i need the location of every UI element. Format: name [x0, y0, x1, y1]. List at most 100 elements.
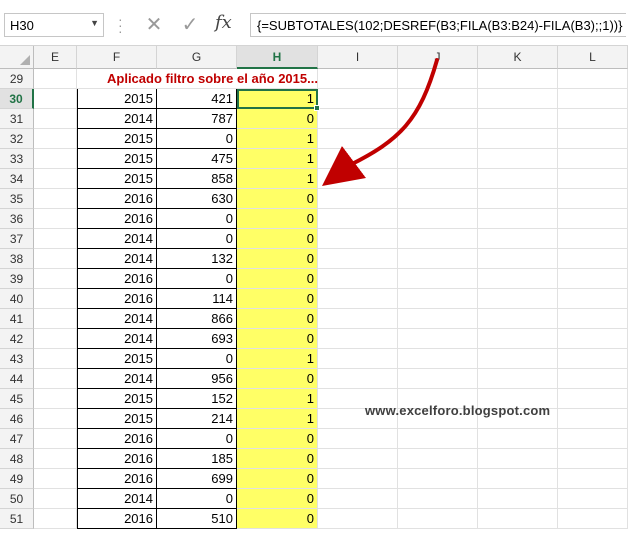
cell-k[interactable]: [478, 489, 558, 509]
cell-l[interactable]: [558, 249, 628, 269]
cell-subtotal-flag[interactable]: 1: [237, 349, 318, 369]
row-header[interactable]: 50: [0, 489, 34, 509]
cell-subtotal-flag[interactable]: 0: [237, 249, 318, 269]
column-header-f[interactable]: F: [77, 46, 157, 69]
cell-j[interactable]: [398, 489, 478, 509]
cell-k[interactable]: [478, 369, 558, 389]
cell-j[interactable]: [398, 369, 478, 389]
cell-subtotal-flag[interactable]: 0: [237, 229, 318, 249]
cell-amount[interactable]: 0: [157, 269, 237, 289]
cell-k[interactable]: [478, 249, 558, 269]
cell-e[interactable]: [34, 169, 77, 189]
cell-j[interactable]: [398, 309, 478, 329]
cell-amount[interactable]: 866: [157, 309, 237, 329]
cell-e[interactable]: [34, 189, 77, 209]
chevron-down-icon[interactable]: ▼: [90, 18, 99, 28]
cell-year[interactable]: 2014: [77, 369, 157, 389]
cell-i[interactable]: [318, 129, 398, 149]
cell-subtotal-flag[interactable]: 0: [237, 209, 318, 229]
cell-l[interactable]: [558, 289, 628, 309]
cell-year[interactable]: 2015: [77, 89, 157, 109]
cell-k[interactable]: [478, 289, 558, 309]
cell-l[interactable]: [558, 489, 628, 509]
cell-i[interactable]: [318, 369, 398, 389]
cell-year[interactable]: 2016: [77, 269, 157, 289]
cell-i[interactable]: [318, 189, 398, 209]
cell-year[interactable]: 2015: [77, 149, 157, 169]
cell-l[interactable]: [558, 189, 628, 209]
cell-year[interactable]: 2016: [77, 189, 157, 209]
cell-l[interactable]: [558, 469, 628, 489]
row-header[interactable]: 46: [0, 409, 34, 429]
cell-subtotal-flag[interactable]: 1: [237, 89, 318, 109]
row-header[interactable]: 51: [0, 509, 34, 529]
cell-i[interactable]: [318, 469, 398, 489]
row-header[interactable]: 39: [0, 269, 34, 289]
cell-j[interactable]: [398, 509, 478, 529]
cell-e[interactable]: [34, 269, 77, 289]
cell-l[interactable]: [558, 169, 628, 189]
row-header[interactable]: 31: [0, 109, 34, 129]
fill-handle[interactable]: [314, 105, 320, 111]
row-header[interactable]: 38: [0, 249, 34, 269]
cell-amount[interactable]: 787: [157, 109, 237, 129]
cell-e[interactable]: [34, 289, 77, 309]
cell-subtotal-flag[interactable]: 0: [237, 509, 318, 529]
cell-e[interactable]: [34, 489, 77, 509]
column-header-l[interactable]: L: [558, 46, 628, 69]
cell-year[interactable]: 2016: [77, 509, 157, 529]
cell-l[interactable]: [558, 229, 628, 249]
row-header[interactable]: 45: [0, 389, 34, 409]
resize-handle-icon[interactable]: · · ·: [118, 12, 123, 38]
row-header[interactable]: 44: [0, 369, 34, 389]
cell-subtotal-flag[interactable]: 1: [237, 389, 318, 409]
cell-l[interactable]: [558, 389, 628, 409]
row-header[interactable]: 49: [0, 469, 34, 489]
cell-j[interactable]: [398, 349, 478, 369]
row-header[interactable]: 42: [0, 329, 34, 349]
cell-i[interactable]: [318, 429, 398, 449]
cell-amount[interactable]: 421: [157, 89, 237, 109]
cell-year[interactable]: 2016: [77, 469, 157, 489]
row-header[interactable]: 32: [0, 129, 34, 149]
cell-e[interactable]: [34, 349, 77, 369]
cell-subtotal-flag[interactable]: 0: [237, 329, 318, 349]
cell-year[interactable]: 2015: [77, 409, 157, 429]
row-header[interactable]: 36: [0, 209, 34, 229]
cell-k[interactable]: [478, 429, 558, 449]
row-header[interactable]: 35: [0, 189, 34, 209]
cell-e[interactable]: [34, 109, 77, 129]
cell-i[interactable]: [318, 329, 398, 349]
cell-k[interactable]: [478, 449, 558, 469]
cell-e[interactable]: [34, 329, 77, 349]
cell-l[interactable]: [558, 309, 628, 329]
cell-amount[interactable]: 0: [157, 349, 237, 369]
column-header-i[interactable]: I: [318, 46, 398, 69]
cell-amount[interactable]: 699: [157, 469, 237, 489]
cell-k[interactable]: [478, 149, 558, 169]
cell-amount[interactable]: 858: [157, 169, 237, 189]
cell-j[interactable]: [398, 429, 478, 449]
cell-k[interactable]: [478, 309, 558, 329]
cell-e[interactable]: [34, 89, 77, 109]
cell-subtotal-flag[interactable]: 0: [237, 289, 318, 309]
cell-amount[interactable]: 630: [157, 189, 237, 209]
cell-l[interactable]: [558, 109, 628, 129]
cell-subtotal-flag[interactable]: 0: [237, 109, 318, 129]
cell-year[interactable]: 2014: [77, 329, 157, 349]
cell-l[interactable]: [558, 89, 628, 109]
cell-amount[interactable]: 693: [157, 329, 237, 349]
cell-i[interactable]: [318, 229, 398, 249]
cell-i[interactable]: [318, 209, 398, 229]
enter-icon[interactable]: ✓: [177, 12, 203, 38]
cell-j[interactable]: [398, 469, 478, 489]
cell-i[interactable]: [318, 289, 398, 309]
cell-subtotal-flag[interactable]: 1: [237, 129, 318, 149]
cell-k[interactable]: [478, 189, 558, 209]
cell-subtotal-flag[interactable]: 0: [237, 369, 318, 389]
row-header[interactable]: 34: [0, 169, 34, 189]
cell-i[interactable]: [318, 489, 398, 509]
cell-e[interactable]: [34, 509, 77, 529]
cell-k[interactable]: [478, 469, 558, 489]
cell-year[interactable]: 2016: [77, 209, 157, 229]
